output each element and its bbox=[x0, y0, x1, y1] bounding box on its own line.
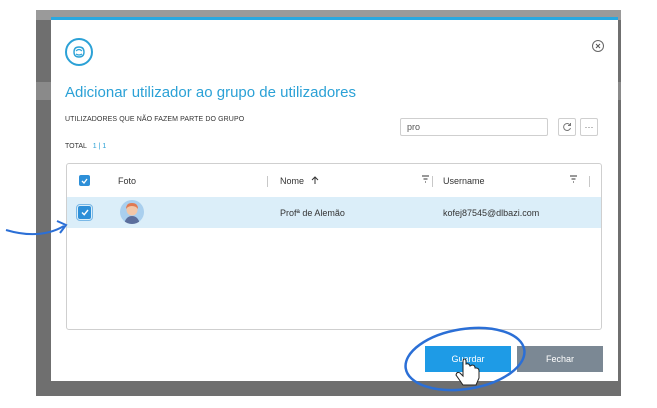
dialog-title: Adicionar utilizador ao grupo de utiliza… bbox=[65, 84, 357, 101]
select-all-checkbox[interactable] bbox=[79, 175, 90, 186]
filter-icon[interactable] bbox=[569, 175, 578, 185]
table-header: Foto Nome Username bbox=[67, 164, 601, 198]
row-name: Profª de Alemão bbox=[280, 208, 345, 218]
refresh-icon bbox=[563, 123, 571, 132]
arrow-up-icon bbox=[311, 176, 318, 184]
brain-icon bbox=[65, 38, 93, 66]
avatar bbox=[120, 200, 144, 224]
total-count: TOTAL 1 | 1 bbox=[65, 143, 106, 150]
save-button[interactable]: Guardar bbox=[425, 346, 511, 372]
total-label: TOTAL bbox=[65, 143, 87, 150]
check-icon bbox=[81, 209, 89, 216]
more-options-button[interactable]: ··· bbox=[580, 118, 598, 136]
users-table: Foto Nome Username Profª de Alemão kofej… bbox=[66, 163, 602, 330]
close-circle-icon[interactable] bbox=[592, 40, 604, 52]
column-header-username: Username bbox=[443, 176, 485, 186]
column-header-photo: Foto bbox=[118, 176, 137, 186]
dialog-subtitle: UTILIZADORES QUE NÃO FAZEM PARTE DO GRUP… bbox=[65, 116, 245, 123]
column-divider bbox=[589, 176, 590, 187]
total-count-value: 1 | 1 bbox=[92, 143, 107, 150]
table-row[interactable]: Profª de Alemão kofej87545@dlbazi.com bbox=[67, 197, 601, 228]
check-icon bbox=[81, 178, 88, 184]
column-divider bbox=[432, 176, 433, 187]
close-button[interactable]: Fechar bbox=[517, 346, 603, 372]
refresh-button[interactable] bbox=[558, 118, 576, 136]
search-input[interactable] bbox=[400, 118, 548, 136]
filter-icon[interactable] bbox=[421, 175, 430, 185]
column-divider bbox=[267, 176, 268, 187]
row-checkbox[interactable] bbox=[76, 204, 93, 221]
column-header-name[interactable]: Nome bbox=[280, 176, 319, 186]
row-username: kofej87545@dlbazi.com bbox=[443, 208, 540, 218]
add-user-dialog: Adicionar utilizador ao grupo de utiliza… bbox=[51, 17, 618, 381]
